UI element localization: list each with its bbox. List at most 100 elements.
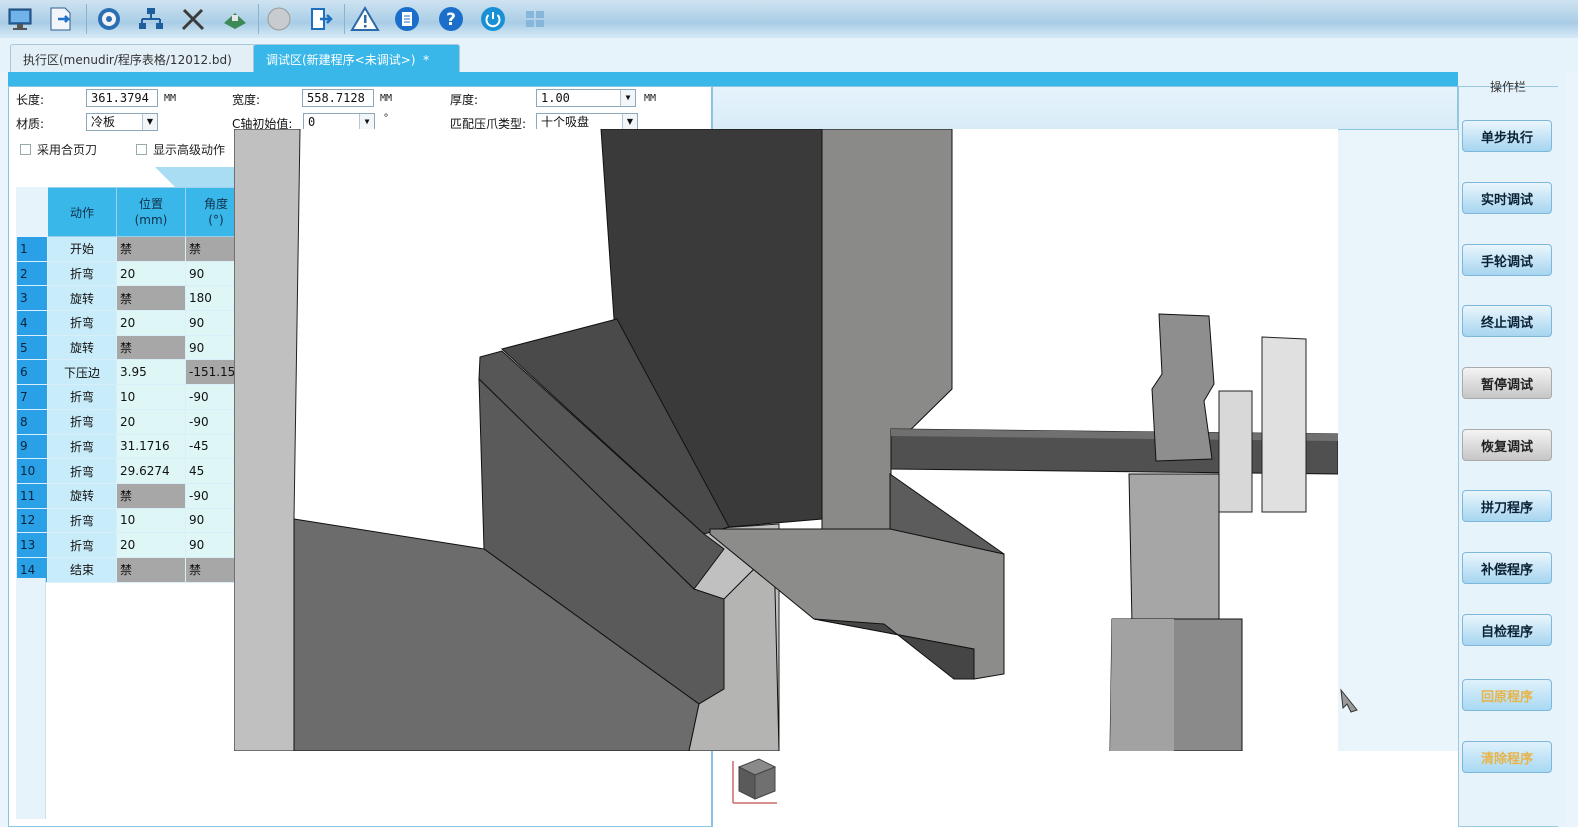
chevron-down-icon[interactable]: ▼: [620, 90, 635, 106]
help-icon[interactable]: ?: [434, 2, 468, 35]
row-number-cell[interactable]: 6: [16, 359, 48, 386]
chevron-down-icon[interactable]: ▼: [142, 114, 157, 130]
tab-execution-area[interactable]: 执行区(menudir/程序表格/12012.bd): [10, 44, 256, 73]
row-number-cell[interactable]: 1: [16, 236, 48, 262]
position-cell[interactable]: 31.1716: [116, 433, 186, 460]
action-cell[interactable]: 折弯: [47, 310, 117, 336]
table-row[interactable]: 1 开始禁禁: [16, 236, 247, 262]
action-cell[interactable]: 开始: [47, 236, 117, 262]
table-row[interactable]: 10 折弯 29.6274 45: [16, 458, 247, 484]
position-cell[interactable]: 禁: [116, 556, 186, 583]
action-cell[interactable]: 折弯: [47, 532, 117, 558]
clear-program-button[interactable]: 清除程序: [1462, 741, 1552, 773]
position-cell[interactable]: 29.6274: [116, 458, 186, 484]
action-cell[interactable]: 折弯: [47, 433, 117, 460]
grid-icon[interactable]: [518, 2, 552, 35]
hierarchy-icon[interactable]: [134, 2, 168, 35]
table-row[interactable]: 13 折弯 20 90: [16, 532, 247, 558]
hinge-tool-checkbox[interactable]: 采用合页刀: [20, 141, 97, 158]
action-cell[interactable]: 折弯: [47, 408, 117, 435]
row-number-cell[interactable]: 7: [16, 384, 48, 410]
material-select[interactable]: 冷板 ▼: [86, 113, 158, 131]
table-row[interactable]: 14 结束禁禁: [16, 556, 247, 583]
action-cell[interactable]: 折弯: [47, 384, 117, 410]
action-cell[interactable]: 折弯: [47, 507, 117, 534]
chevron-down-icon[interactable]: ▼: [622, 114, 637, 130]
thickness-select[interactable]: 1.00 ▼: [536, 89, 636, 107]
row-number-cell[interactable]: 12: [16, 507, 48, 534]
row-number-cell[interactable]: 4: [16, 310, 48, 336]
row-number-cell[interactable]: 11: [16, 482, 48, 509]
row-number-cell[interactable]: 5: [16, 334, 48, 361]
homing-program-button[interactable]: 回原程序: [1462, 679, 1552, 711]
toolbar: ?: [0, 0, 1578, 39]
action-cell[interactable]: 折弯: [47, 458, 117, 484]
checkbox-box[interactable]: [20, 144, 31, 155]
tool-split-program-button[interactable]: 拼刀程序: [1462, 490, 1552, 522]
gear-icon[interactable]: [92, 2, 126, 35]
row-number-cell[interactable]: 3: [16, 285, 48, 312]
cursor-icon: [1340, 688, 1358, 713]
action-cell[interactable]: 旋转: [47, 482, 117, 509]
chevron-down-icon[interactable]: ▼: [359, 114, 374, 130]
action-cell[interactable]: 下压边: [47, 359, 117, 386]
file-export-icon[interactable]: [44, 2, 78, 35]
compensation-program-button[interactable]: 补偿程序: [1462, 552, 1552, 584]
table-row[interactable]: 4 折弯 20 90: [16, 310, 247, 336]
table-row[interactable]: 12 折弯 10 90: [16, 507, 247, 534]
gripper-column: [1128, 473, 1220, 625]
position-cell[interactable]: 禁: [116, 482, 186, 509]
stop-debug-button[interactable]: 终止调试: [1462, 305, 1552, 337]
table-row[interactable]: 3 旋转禁 180: [16, 285, 247, 312]
table-row[interactable]: 11 旋转禁 -90: [16, 482, 247, 509]
action-cell[interactable]: 旋转: [47, 334, 117, 361]
table-row[interactable]: 9 折弯 31.1716 -45: [16, 433, 247, 460]
action-column-header[interactable]: 动作: [47, 187, 117, 237]
monitor-icon[interactable]: [4, 2, 38, 35]
table-row[interactable]: 7 折弯 10 -90: [16, 384, 247, 410]
table-row[interactable]: 8 折弯 20 -90: [16, 408, 247, 435]
tab-debug-area[interactable]: 调试区(新建程序<未调试>) *: [253, 44, 460, 73]
checkbox-box[interactable]: [136, 144, 147, 155]
table-row[interactable]: 5 旋转禁 90: [16, 334, 247, 361]
table-row[interactable]: 6 下压边 3.95 -151.158: [16, 359, 247, 386]
length-input[interactable]: 361.3794: [86, 89, 158, 107]
row-number-cell[interactable]: 8: [16, 408, 48, 435]
orientation-cube-icon[interactable]: [721, 753, 781, 813]
action-cell[interactable]: 旋转: [47, 285, 117, 312]
position-cell[interactable]: 禁: [116, 236, 186, 262]
tools-icon[interactable]: [176, 2, 210, 35]
action-cell[interactable]: 结束: [47, 556, 117, 583]
row-number-cell[interactable]: 9: [16, 433, 48, 460]
pause-debug-button[interactable]: 暂停调试: [1462, 367, 1552, 399]
position-cell[interactable]: 20: [116, 408, 186, 435]
edit-arrow-icon[interactable]: [304, 2, 338, 35]
document-icon[interactable]: [390, 2, 424, 35]
blank-disc-icon[interactable]: [262, 2, 296, 35]
power-icon[interactable]: [476, 2, 510, 35]
warning-icon[interactable]: [348, 2, 382, 35]
position-cell[interactable]: 20: [116, 260, 186, 287]
width-input[interactable]: 558.7128: [302, 89, 374, 107]
self-check-program-button[interactable]: 自检程序: [1462, 614, 1552, 646]
position-cell[interactable]: 10: [116, 507, 186, 534]
position-cell[interactable]: 禁: [116, 285, 186, 312]
table-row[interactable]: 2 折弯 20 90: [16, 260, 247, 287]
simulation-viewport[interactable]: [234, 129, 1338, 751]
row-number-cell[interactable]: 13: [16, 532, 48, 558]
row-number-cell[interactable]: 2: [16, 260, 48, 287]
row-number-cell[interactable]: 10: [16, 458, 48, 484]
position-column-header[interactable]: 位置 (mm): [116, 187, 186, 237]
advanced-actions-checkbox[interactable]: 显示高级动作: [136, 141, 225, 158]
position-cell[interactable]: 3.95: [116, 359, 186, 386]
single-step-button[interactable]: 单步执行: [1462, 120, 1552, 152]
realtime-debug-button[interactable]: 实时调试: [1462, 182, 1552, 214]
resume-debug-button[interactable]: 恢复调试: [1462, 429, 1552, 461]
machine-icon[interactable]: [218, 2, 252, 35]
position-cell[interactable]: 10: [116, 384, 186, 410]
handwheel-debug-button[interactable]: 手轮调试: [1462, 244, 1552, 276]
action-cell[interactable]: 折弯: [47, 260, 117, 287]
position-cell[interactable]: 禁: [116, 334, 186, 361]
position-cell[interactable]: 20: [116, 532, 186, 558]
position-cell[interactable]: 20: [116, 310, 186, 336]
